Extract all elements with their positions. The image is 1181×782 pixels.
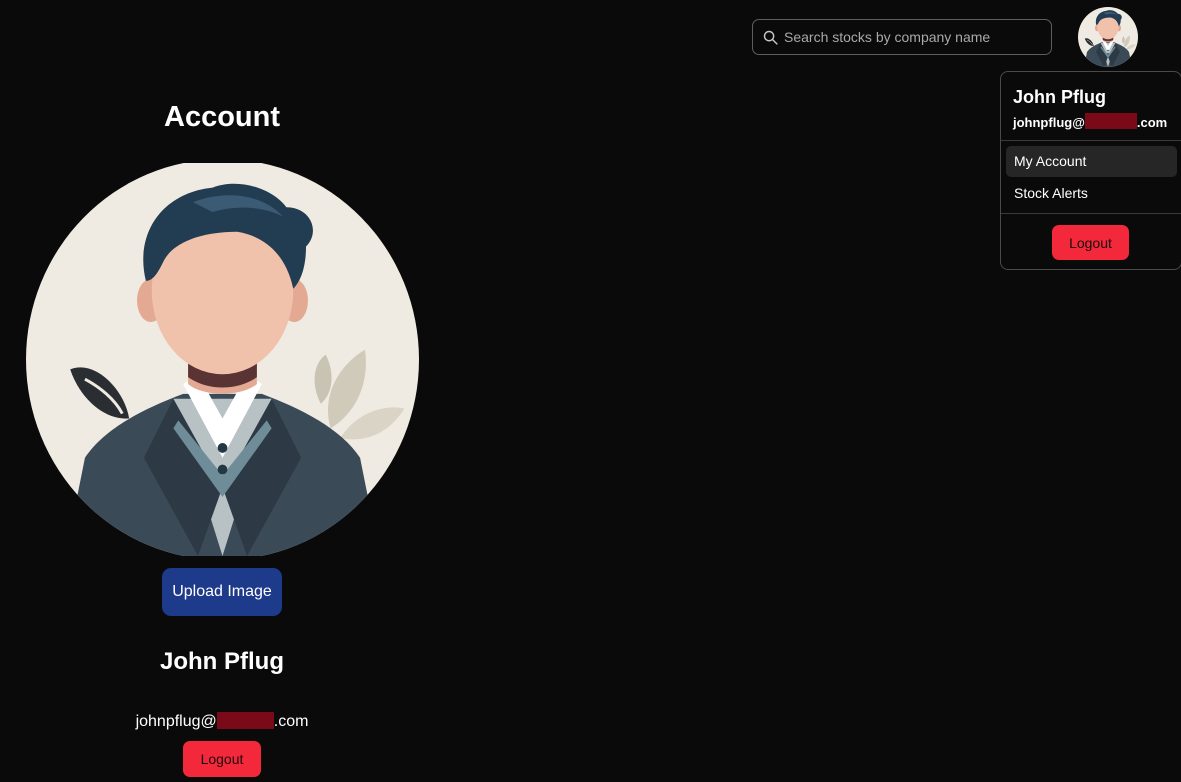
profile-name: John Pflug (160, 648, 284, 675)
search-input[interactable] (784, 29, 1044, 45)
user-avatar-button[interactable] (1078, 7, 1138, 67)
menu-user-name: John Pflug (1013, 87, 1106, 107)
search-icon (763, 30, 778, 45)
menu-item-stock-alerts[interactable]: Stock Alerts (1006, 178, 1177, 209)
user-menu: John Pflug johnpflug@ .com My Account Sto… (1000, 71, 1181, 270)
profile-email: johnpflug@ .com (135, 712, 309, 730)
menu-divider (1001, 213, 1181, 214)
logout-button[interactable]: Logout (183, 741, 261, 777)
search-bar[interactable] (752, 19, 1052, 55)
redacted-block (1084, 113, 1137, 129)
avatar (1078, 7, 1138, 67)
avatar (26, 159, 419, 560)
page-title: Account (164, 101, 280, 133)
profile-image (26, 159, 419, 560)
upload-image-button[interactable]: Upload Image (162, 568, 282, 616)
menu-item-my-account[interactable]: My Account (1006, 146, 1177, 177)
menu-user-email: johnpflug@ .com (1013, 113, 1168, 130)
redacted-block (216, 712, 274, 729)
menu-logout-button[interactable]: Logout (1052, 225, 1129, 260)
menu-divider (1001, 140, 1181, 141)
